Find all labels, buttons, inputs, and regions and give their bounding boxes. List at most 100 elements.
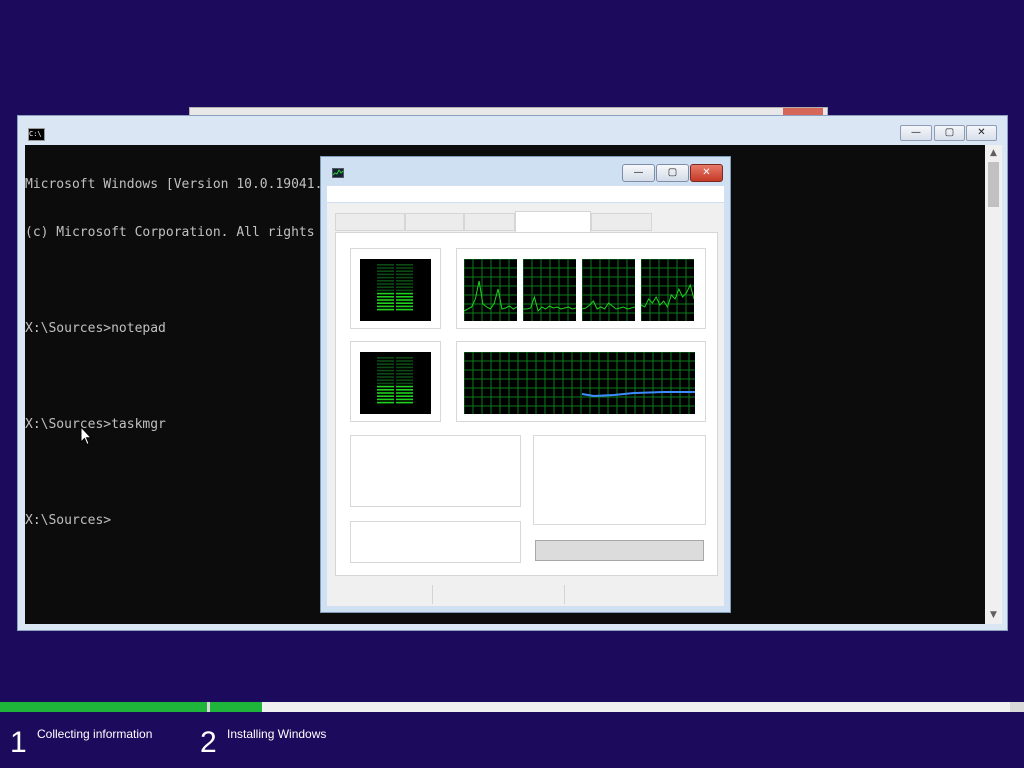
status-bar [327,583,724,606]
close-button[interactable]: ✕ [966,125,997,141]
meter-segment [377,398,394,401]
meter-segment [377,401,394,404]
step-number: 1 [10,726,27,759]
cmd-title-bar[interactable]: C:\ — ▢ ✕ [18,116,1007,145]
meter-segment [377,308,394,311]
tab[interactable] [464,213,515,231]
tab-performance[interactable] [515,211,591,233]
meter-segment [396,276,413,279]
meter-segment [396,401,413,404]
meter-segment [396,373,413,375]
meter-segment [396,305,413,308]
vertical-scrollbar[interactable]: ▲ ▼ [985,145,1002,624]
meter-segment [377,302,394,304]
cpu-history-graph [464,259,517,321]
meter-segment [377,280,394,282]
meter-segment [377,276,394,279]
status-processes [327,585,433,604]
meter-segment [396,376,413,378]
meter-segment [396,366,413,369]
resource-monitor-button[interactable] [535,540,704,561]
meter-segment [396,395,413,397]
meter-segment [377,360,394,362]
minimize-button[interactable]: — [622,164,655,182]
meter-segment [396,264,413,266]
scrollbar-thumb[interactable] [988,162,999,207]
step-label: Installing Windows [227,727,327,741]
memory-usage-group [350,341,441,422]
task-manager-window: — ▢ ✕ [320,156,731,613]
memory-usage-meter [360,352,431,414]
meter-segment [396,360,413,362]
meter-segment [377,299,394,301]
menu-bar[interactable] [327,186,724,202]
meter-segment [396,398,413,401]
meter-segment [377,379,394,381]
minimize-button[interactable]: — [900,125,932,141]
close-button[interactable]: ✕ [690,164,723,182]
meter-segment [377,373,394,375]
meter-segment [396,280,413,282]
cpu-history-group [456,248,706,329]
task-manager-body [327,203,724,583]
memory-history-group [456,341,706,422]
meter-segment [377,292,394,295]
meter-segment [396,289,413,292]
meter-segment [377,357,394,359]
meter-segment [377,283,394,285]
cpu-history-graph [641,259,694,321]
meter-segment [396,379,413,381]
memory-history-graph [464,352,695,414]
meter-segment [377,392,394,394]
meter-segment [377,305,394,308]
meter-segment [396,270,413,272]
meter-segment [377,270,394,272]
task-manager-icon [332,168,344,178]
meter-segment [377,267,394,269]
tab[interactable] [405,213,464,231]
meter-segment [396,283,413,285]
meter-segment [396,267,413,269]
meter-segment [377,395,394,397]
cpu-history-graph [523,259,576,321]
step1-progress [0,702,207,712]
scroll-down-arrow-icon[interactable]: ▼ [985,607,1002,624]
cpu-usage-group [350,248,441,329]
maximize-button[interactable]: ▢ [934,125,965,141]
meter-segment [377,366,394,369]
cpu-history-graph [582,259,635,321]
meter-segment [377,289,394,292]
meter-segment [396,302,413,304]
meter-segment [377,376,394,378]
meter-segment [396,392,413,394]
meter-segment [396,382,413,385]
tab[interactable] [335,213,405,231]
scroll-up-arrow-icon[interactable]: ▲ [985,145,1002,162]
meter-segment [396,389,413,391]
meter-segment [396,296,413,298]
step2-progress [210,702,1010,712]
meter-segment [377,264,394,266]
meter-segment [396,363,413,365]
meter-segment [377,382,394,385]
meter-segment [377,286,394,288]
setup-progress-bar [0,702,1024,712]
step-number: 2 [200,726,217,759]
cpu-usage-meter [360,259,431,321]
commit-group [350,521,521,563]
meter-segment [377,385,394,388]
maximize-button[interactable]: ▢ [656,164,689,182]
meter-segment [377,369,394,372]
status-cpu [433,585,565,604]
meter-segment [396,273,413,276]
tab[interactable] [591,213,652,231]
meter-segment [377,389,394,391]
cmd-app-icon: C:\ [28,128,45,141]
meter-segment [396,292,413,295]
meter-segment [377,363,394,365]
meter-segment [396,299,413,301]
meter-segment [396,286,413,288]
meter-segment [396,357,413,359]
status-memory [565,585,715,604]
meter-segment [396,369,413,372]
